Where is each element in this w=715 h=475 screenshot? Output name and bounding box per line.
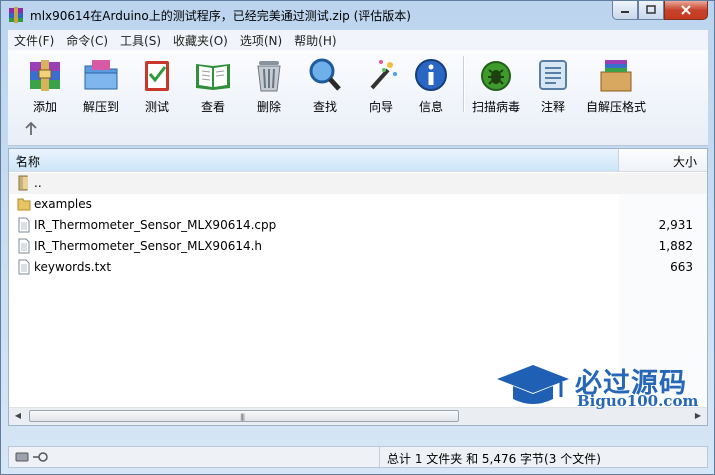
file-name: keywords.txt bbox=[34, 260, 112, 274]
view-button[interactable]: 查看 bbox=[186, 54, 240, 114]
extract-to-label: 解压到 bbox=[82, 100, 119, 114]
menu-favorites[interactable]: 收藏夹(O) bbox=[167, 32, 234, 49]
extract-to-icon bbox=[84, 60, 118, 90]
file-name: IR_Thermometer_Sensor_MLX90614.h bbox=[34, 239, 263, 253]
virus-scan-icon bbox=[481, 61, 511, 91]
scroll-right-icon[interactable]: ▶ bbox=[691, 410, 705, 422]
comment-icon bbox=[539, 60, 567, 90]
info-label: 信息 bbox=[418, 100, 443, 114]
window-controls bbox=[612, 1, 708, 21]
up-folder-icon[interactable] bbox=[22, 120, 40, 138]
watermark-url: Biguo100.com bbox=[577, 392, 699, 410]
file-name: examples bbox=[34, 197, 92, 211]
file-row-parent[interactable]: .. bbox=[9, 173, 707, 194]
extract-to-button[interactable]: 解压到 bbox=[74, 54, 128, 114]
drive-key-icon[interactable] bbox=[15, 451, 55, 463]
add-button[interactable]: 添加 bbox=[18, 54, 72, 114]
menu-options[interactable]: 选项(N) bbox=[234, 32, 288, 49]
winrar-app-icon bbox=[9, 7, 23, 23]
virus-scan-label: 扫描病毒 bbox=[471, 100, 520, 114]
file-row-keywords[interactable]: keywords.txt 663 bbox=[9, 257, 707, 278]
name-column-header[interactable]: 名称 ▲ bbox=[9, 149, 619, 171]
info-icon bbox=[415, 59, 447, 91]
minimize-icon bbox=[621, 11, 629, 13]
window-title: mlx90614在Arduino上的测试程序，已经完美通过测试.zip (评估版… bbox=[30, 9, 411, 23]
comment-label: 注释 bbox=[540, 100, 565, 114]
info-button[interactable]: 信息 bbox=[404, 54, 458, 114]
status-summary: 总计 1 文件夹 和 5,476 字节(3 个文件) bbox=[387, 452, 601, 466]
wizard-label: 向导 bbox=[368, 100, 393, 114]
text-file-icon bbox=[18, 259, 30, 275]
size-column-label: 大小 bbox=[672, 155, 697, 169]
delete-button[interactable]: 删除 bbox=[242, 54, 296, 114]
file-size: 663 bbox=[670, 260, 693, 274]
document-icon bbox=[18, 238, 30, 254]
status-left-panel bbox=[9, 447, 380, 467]
sfx-box-icon bbox=[600, 60, 632, 92]
view-book-icon bbox=[196, 64, 230, 90]
list-header: 名称 ▲ 大小 bbox=[9, 149, 707, 172]
wizard-button[interactable]: 向导 bbox=[354, 54, 408, 114]
file-row-h[interactable]: IR_Thermometer_Sensor_MLX90614.h 1,882 bbox=[9, 236, 707, 257]
toolbar-separator bbox=[463, 56, 465, 112]
sort-ascending-icon: ▲ bbox=[16, 153, 22, 161]
size-column-header[interactable]: 大小 bbox=[619, 149, 707, 171]
file-size: 1,882 bbox=[658, 239, 693, 253]
close-icon bbox=[681, 5, 691, 15]
sfx-label: 自解压格式 bbox=[586, 100, 647, 114]
graduation-cap-icon bbox=[497, 365, 569, 404]
test-label: 测试 bbox=[144, 100, 169, 114]
file-size: 2,931 bbox=[658, 218, 693, 232]
menu-file[interactable]: 文件(F) bbox=[8, 32, 60, 49]
find-button[interactable]: 查找 bbox=[298, 54, 352, 114]
test-icon bbox=[145, 61, 169, 91]
menu-tools[interactable]: 工具(S) bbox=[114, 32, 167, 49]
file-name: .. bbox=[34, 176, 42, 190]
file-name: IR_Thermometer_Sensor_MLX90614.cpp bbox=[34, 218, 277, 232]
app-window: mlx90614在Arduino上的测试程序，已经完美通过测试.zip (评估版… bbox=[0, 0, 715, 475]
sfx-button[interactable]: 自解压格式 bbox=[586, 54, 646, 114]
menu-bar: 文件(F) 命令(C) 工具(S) 收藏夹(O) 选项(N) 帮助(H) bbox=[8, 30, 708, 50]
status-bar: 总计 1 文件夹 和 5,476 字节(3 个文件) bbox=[8, 446, 708, 468]
grip-icon: ||| bbox=[240, 413, 245, 421]
scrollbar-thumb[interactable]: ||| bbox=[29, 410, 459, 422]
comment-button[interactable]: 注释 bbox=[526, 54, 580, 114]
menu-commands[interactable]: 命令(C) bbox=[60, 32, 114, 49]
find-magnifier-icon bbox=[309, 58, 341, 91]
parent-folder-icon bbox=[18, 175, 28, 191]
delete-trash-icon bbox=[257, 61, 281, 92]
view-label: 查看 bbox=[200, 100, 225, 114]
folder-icon bbox=[17, 198, 31, 211]
file-row-examples[interactable]: examples bbox=[9, 194, 707, 215]
title-bar: mlx90614在Arduino上的测试程序，已经完美通过测试.zip (评估版… bbox=[1, 1, 714, 29]
test-button[interactable]: 测试 bbox=[130, 54, 184, 114]
scroll-left-icon[interactable]: ◀ bbox=[11, 410, 25, 422]
document-icon bbox=[18, 217, 30, 233]
add-label: 添加 bbox=[32, 100, 57, 114]
maximize-button[interactable] bbox=[638, 1, 664, 20]
file-row-cpp[interactable]: IR_Thermometer_Sensor_MLX90614.cpp 2,931 bbox=[9, 215, 707, 236]
toolbar: 添加 解压到 测试 查看 删除 查找 向导 信息 扫描病毒 注释 自解压格式 bbox=[8, 50, 708, 146]
delete-label: 删除 bbox=[256, 100, 281, 114]
maximize-icon bbox=[646, 5, 656, 14]
close-button[interactable] bbox=[664, 1, 708, 20]
menu-help[interactable]: 帮助(H) bbox=[288, 32, 342, 49]
watermark-logo: 必过源码 Biguo100.com bbox=[495, 361, 700, 411]
wizard-wand-icon bbox=[370, 60, 397, 90]
minimize-button[interactable] bbox=[612, 1, 638, 20]
virus-scan-button[interactable]: 扫描病毒 bbox=[469, 54, 523, 114]
find-label: 查找 bbox=[312, 100, 337, 114]
add-archive-icon bbox=[30, 60, 60, 91]
